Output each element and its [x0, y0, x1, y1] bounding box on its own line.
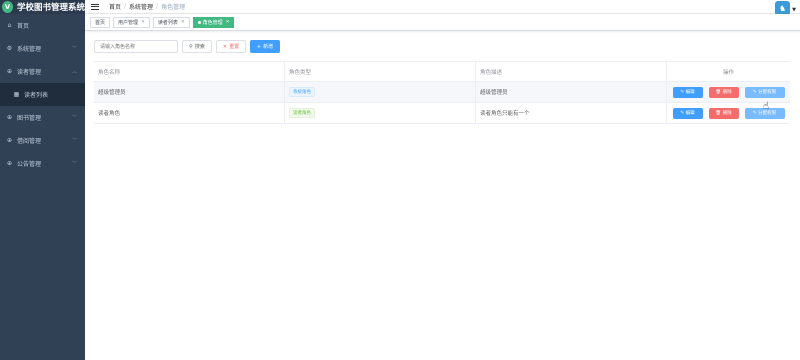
tag-home[interactable]: 首页	[90, 16, 111, 28]
edit-button-label: 编辑	[685, 90, 695, 95]
tag-label: 角色管理	[202, 19, 223, 26]
assign-permissions-button[interactable]: ✎ 分配权限	[744, 86, 785, 98]
trash-icon: 🗑	[715, 110, 722, 116]
mouse-pointer-icon: ☝	[763, 101, 770, 112]
sidebar: V 学校图书管理系统 ⌂ 首页 ⚙ 系统管理 ﹀ ⊕ 读者管理 ︿ ▦ 读者列表…	[0, 0, 85, 360]
circle-plus-icon: ⊕	[6, 160, 13, 167]
chevron-down-icon: ﹀	[71, 46, 77, 52]
active-dot-icon	[197, 20, 201, 24]
edit-icon: ✎	[680, 89, 685, 95]
breadcrumb-current: 角色管理	[161, 4, 186, 11]
column-header: 角色类型	[285, 62, 476, 81]
role-type-tag: 读者角色	[289, 108, 315, 118]
role-name-cell: 读者角色	[94, 103, 285, 123]
edit-button[interactable]: ✎ 编辑	[672, 107, 703, 119]
column-header: 角色描述	[476, 62, 667, 81]
search-bar: ⚲ 搜索 ✕ 重置 + 新增	[94, 40, 280, 53]
sidebar-item-label: 系统管理	[17, 46, 42, 53]
sidebar-item-borrow[interactable]: ⊕ 借阅管理 ﹀	[0, 129, 85, 152]
role-desc-cell: 超级管理员	[476, 82, 667, 102]
actions-cell: ✎ 编辑 🗑 删除 ✎ 分配权限	[667, 103, 790, 123]
sidebar-item-label: 读者管理	[17, 69, 42, 76]
trash-icon: 🗑	[715, 89, 722, 95]
tag-reader-list[interactable]: 读者列表 ✕	[152, 16, 190, 28]
column-header: 角色名称	[94, 62, 285, 81]
edit-icon: ✎	[680, 110, 685, 116]
gear-icon: ⚙	[6, 45, 13, 52]
sidebar-item-reader-list[interactable]: ▦ 读者列表	[0, 83, 85, 106]
breadcrumb-separator: /	[156, 3, 159, 10]
chevron-down-icon: ﹀	[71, 115, 77, 121]
tag-role-management[interactable]: 角色管理 ✕	[192, 16, 235, 28]
close-icon[interactable]: ✕	[141, 20, 145, 25]
breadcrumb-item[interactable]: 系统管理	[129, 2, 153, 11]
home-icon: ⌂	[7, 22, 12, 29]
role-name-cell: 超级管理员	[94, 82, 285, 102]
vue-logo-icon: V	[2, 1, 13, 13]
sidebar-item-readers[interactable]: ⊕ 读者管理 ︿	[0, 60, 85, 83]
tag-user-management[interactable]: 用户管理 ✕	[113, 16, 150, 28]
tag-label: 首页	[95, 19, 106, 26]
sidebar-item-label: 图书管理	[17, 115, 42, 122]
user-menu[interactable]: ♞ ▼	[775, 0, 796, 16]
table-row[interactable]: 超级管理员 系统角色 超级管理员 ✎ 编辑 🗑 删除 ✎ 分配权限	[94, 82, 790, 103]
sidebar-item-system[interactable]: ⚙ 系统管理 ﹀	[0, 37, 85, 60]
add-button-label: 新增	[263, 44, 274, 50]
role-type-cell: 读者角色	[285, 103, 476, 123]
plus-icon: +	[256, 43, 262, 50]
sidebar-item-home[interactable]: ⌂ 首页	[0, 14, 85, 37]
circle-plus-icon: ⊕	[6, 114, 13, 121]
column-header: 操作	[722, 69, 734, 76]
close-icon[interactable]: ✕	[181, 20, 185, 25]
sidebar-item-books[interactable]: ⊕ 图书管理 ﹀	[0, 106, 85, 129]
hamburger-icon[interactable]	[91, 3, 99, 10]
tags-view: 首页 用户管理 ✕ 读者列表 ✕ 角色管理 ✕	[85, 14, 800, 31]
breadcrumb-item[interactable]: 首页	[109, 2, 121, 11]
breadcrumb-separator: /	[124, 3, 127, 10]
assign-button-label: 分配权限	[758, 90, 777, 95]
role-desc-cell: 读者角色只能有一个	[476, 103, 667, 123]
edit-icon: ✎	[752, 110, 757, 116]
chevron-down-icon: ﹀	[71, 138, 77, 144]
search-button[interactable]: ⚲ 搜索	[182, 40, 212, 53]
circle-plus-icon: ⊕	[6, 137, 13, 144]
reset-button-label: 重置	[229, 44, 240, 50]
sidebar-item-label: 公告管理	[17, 161, 42, 168]
sidebar-item-label: 借阅管理	[17, 138, 42, 145]
reset-button[interactable]: ✕ 重置	[216, 40, 246, 53]
navbar: 首页 / 系统管理 / 角色管理 ♞ ▼	[85, 0, 800, 16]
tag-label: 读者列表	[157, 19, 178, 26]
edit-button[interactable]: ✎ 编辑	[672, 86, 703, 98]
actions-cell: ✎ 编辑 🗑 删除 ✎ 分配权限	[667, 82, 790, 102]
roles-table: 角色名称 角色类型 角色描述 操作 超级管理员 系统角色 超级管理员 ✎ 编辑 …	[94, 61, 790, 124]
add-button[interactable]: + 新增	[250, 40, 280, 53]
caret-down-icon: ▼	[792, 7, 796, 13]
tag-label: 用户管理	[118, 19, 139, 26]
chevron-down-icon: ﹀	[71, 161, 77, 167]
role-type-cell: 系统角色	[285, 82, 476, 102]
chevron-up-icon: ︿	[71, 69, 77, 75]
app-title: 学校图书管理系统	[16, 3, 85, 13]
breadcrumb: 首页 / 系统管理 / 角色管理	[109, 2, 185, 11]
app-logo[interactable]: V 学校图书管理系统	[0, 0, 85, 14]
table-header: 角色名称 角色类型 角色描述 操作	[94, 62, 790, 82]
delete-button[interactable]: 🗑 删除	[708, 86, 739, 98]
search-icon: ⚲	[189, 43, 193, 50]
sidebar-item-label: 首页	[17, 23, 30, 30]
sidebar-item-notices[interactable]: ⊕ 公告管理 ﹀	[0, 152, 85, 175]
search-button-label: 搜索	[194, 44, 205, 50]
delete-button[interactable]: 🗑 删除	[708, 107, 739, 119]
circle-plus-icon: ⊕	[6, 68, 13, 75]
grid-icon: ▦	[13, 91, 20, 98]
close-icon[interactable]: ✕	[226, 20, 230, 25]
edit-button-label: 编辑	[685, 111, 695, 116]
role-name-search-input[interactable]	[94, 40, 178, 53]
table-row[interactable]: 读者角色 读者角色 读者角色只能有一个 ✎ 编辑 🗑 删除 ✎ 分配权限	[94, 103, 790, 124]
delete-button-label: 删除	[722, 90, 732, 95]
sidebar-item-label: 读者列表	[24, 92, 49, 99]
close-icon: ✕	[222, 43, 228, 50]
edit-icon: ✎	[752, 89, 757, 95]
delete-button-label: 删除	[722, 111, 732, 116]
role-type-tag: 系统角色	[289, 87, 315, 97]
